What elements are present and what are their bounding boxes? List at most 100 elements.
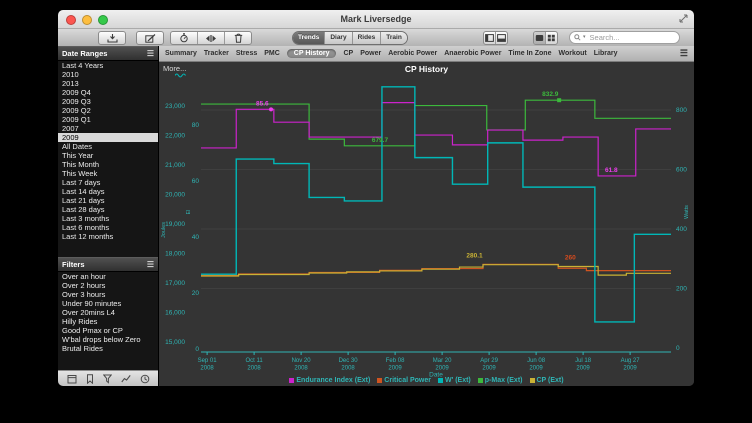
x-tick-label: Nov 20 [292,358,312,364]
date-range-last-3-months[interactable]: Last 3 months [58,214,158,223]
tab-pmc[interactable]: PMC [264,50,280,57]
ei-tick-label: 0 [195,346,199,353]
filter-over-3-hours[interactable]: Over 3 hours [58,290,158,299]
x-tick-label: Jun 08 [527,358,546,364]
date-ranges-title: Date Ranges [62,47,107,60]
legend-swatch [530,378,535,383]
tab-aerobic-power[interactable]: Aerobic Power [388,50,437,57]
layout-toggle-group [533,31,558,45]
view-tab-trends[interactable]: Trends [293,32,325,44]
date-range-last-14-days[interactable]: Last 14 days [58,187,158,196]
date-range-this-year[interactable]: This Year [58,151,158,160]
legend-swatch [438,378,443,383]
filters-title: Filters [62,258,85,271]
chart-icon[interactable] [121,374,131,383]
filter-icon[interactable] [103,374,112,384]
filter-good-pmax-or-cp[interactable]: Good Pmax or CP [58,326,158,335]
calendar-icon[interactable] [67,374,77,384]
date-range-last-28-days[interactable]: Last 28 days [58,205,158,214]
legend-item-endurance-index-ext: Endurance Index (Ext) [289,377,370,384]
date-range-2009-q3[interactable]: 2009 Q3 [58,97,158,106]
date-range-2009[interactable]: 2009 [58,133,158,142]
ei-tick-label: 40 [192,234,200,241]
filters-block: Filters ☰ Over an hourOver 2 hoursOver 3… [58,257,158,353]
series-p-max-ext [201,100,671,146]
close-window-button[interactable] [66,15,76,25]
filter-over-an-hour[interactable]: Over an hour [58,272,158,281]
legend-label: CP (Ext) [537,377,564,384]
intervals-icon [205,34,217,43]
download-activity-button[interactable] [98,31,126,45]
delete-activity-button[interactable] [225,32,251,44]
filter-over-2-hours[interactable]: Over 2 hours [58,281,158,290]
watts-tick-label: 800 [676,107,687,114]
date-range-last-12-months[interactable]: Last 12 months [58,232,158,241]
tab-stress[interactable]: Stress [236,50,257,57]
date-ranges-menu-icon[interactable]: ☰ [147,47,154,60]
bookmark-icon[interactable] [86,374,94,384]
filter-brutal-rides[interactable]: Brutal Rides [58,344,158,353]
filter-hilly-rides[interactable]: Hilly Rides [58,317,158,326]
date-range-2013[interactable]: 2013 [58,79,158,88]
plot-canvas[interactable]: Sep 012008Oct 112008Nov 202008Dec 302008… [159,62,694,386]
filters-menu-icon[interactable]: ☰ [147,258,154,271]
filter-under-90-minutes[interactable]: Under 90 minutes [58,299,158,308]
series-w-ext [201,87,671,322]
date-range-last-4-years[interactable]: Last 4 Years [58,61,158,70]
joules-tick-label: 18,000 [165,250,185,257]
intervals-button[interactable] [198,32,225,44]
x-tick-label: Sep 01 [198,358,218,364]
x-tick-label: Dec 30 [339,358,359,364]
date-range-last-21-days[interactable]: Last 21 days [58,196,158,205]
x-tick-label: Aug 27 [621,358,641,364]
date-range-2009-q1[interactable]: 2009 Q1 [58,115,158,124]
date-range-all-dates[interactable]: All Dates [58,142,158,151]
date-range-last-6-months[interactable]: Last 6 months [58,223,158,232]
search-input[interactable] [588,32,662,43]
tab-anaerobic-power[interactable]: Anaerobic Power [444,50,501,57]
search-field[interactable]: ▾ [569,31,680,44]
toolbar: TrendsDiaryRidesTrain [58,29,694,47]
single-view-button[interactable] [534,32,546,44]
date-range-2007[interactable]: 2007 [58,124,158,133]
search-scope-caret[interactable]: ▾ [583,32,586,43]
view-tab-diary[interactable]: Diary [325,32,352,44]
date-range-last-7-days[interactable]: Last 7 days [58,178,158,187]
joules-tick-label: 15,000 [165,339,185,346]
tab-bar-menu-icon[interactable]: ☰ [680,48,688,59]
date-range-2009-q2[interactable]: 2009 Q2 [58,106,158,115]
date-range-2009-q4[interactable]: 2009 Q4 [58,88,158,97]
tab-cp[interactable]: CP [343,50,353,57]
sidebar: Date Ranges ☰ Last 4 Years201020132009 Q… [58,46,159,386]
bottombar-toggle-button[interactable] [496,32,507,44]
clock-icon[interactable] [140,374,150,384]
tab-power[interactable]: Power [360,50,381,57]
view-tab-rides[interactable]: Rides [353,32,382,44]
date-range-2010[interactable]: 2010 [58,70,158,79]
zoom-window-button[interactable] [98,15,108,25]
stopwatch-button[interactable] [171,32,198,44]
tab-library[interactable]: Library [594,50,618,57]
date-range-this-week[interactable]: This Week [58,169,158,178]
manual-entry-button[interactable] [136,31,164,45]
marker-85-6 [269,107,273,111]
view-tab-train[interactable]: Train [381,32,407,44]
fullscreen-icon[interactable] [679,14,688,23]
tiled-view-button[interactable] [546,32,557,44]
tab-cp-history[interactable]: CP History [287,49,337,58]
watts-tick-label: 0 [676,345,680,352]
sidebar-toggle-button[interactable] [484,32,496,44]
filter-over-20mins-l4[interactable]: Over 20mins L4 [58,308,158,317]
date-range-this-month[interactable]: This Month [58,160,158,169]
minimize-window-button[interactable] [82,15,92,25]
tab-summary[interactable]: Summary [165,50,197,57]
watts-axis-title: Watts [684,205,690,219]
tab-time-in-zone[interactable]: Time In Zone [508,50,551,57]
data-label-679-7: 679.7 [372,137,389,144]
filter-w-bal-drops-below-zero[interactable]: W'bal drops below Zero [58,335,158,344]
data-label-85-6: 85.6 [256,100,269,107]
chart-area: More... CP History Sep 012008Oct 112008N… [159,62,694,386]
tab-tracker[interactable]: Tracker [204,50,229,57]
tab-workout[interactable]: Workout [558,50,586,57]
x-tick-label: 2009 [529,366,543,372]
